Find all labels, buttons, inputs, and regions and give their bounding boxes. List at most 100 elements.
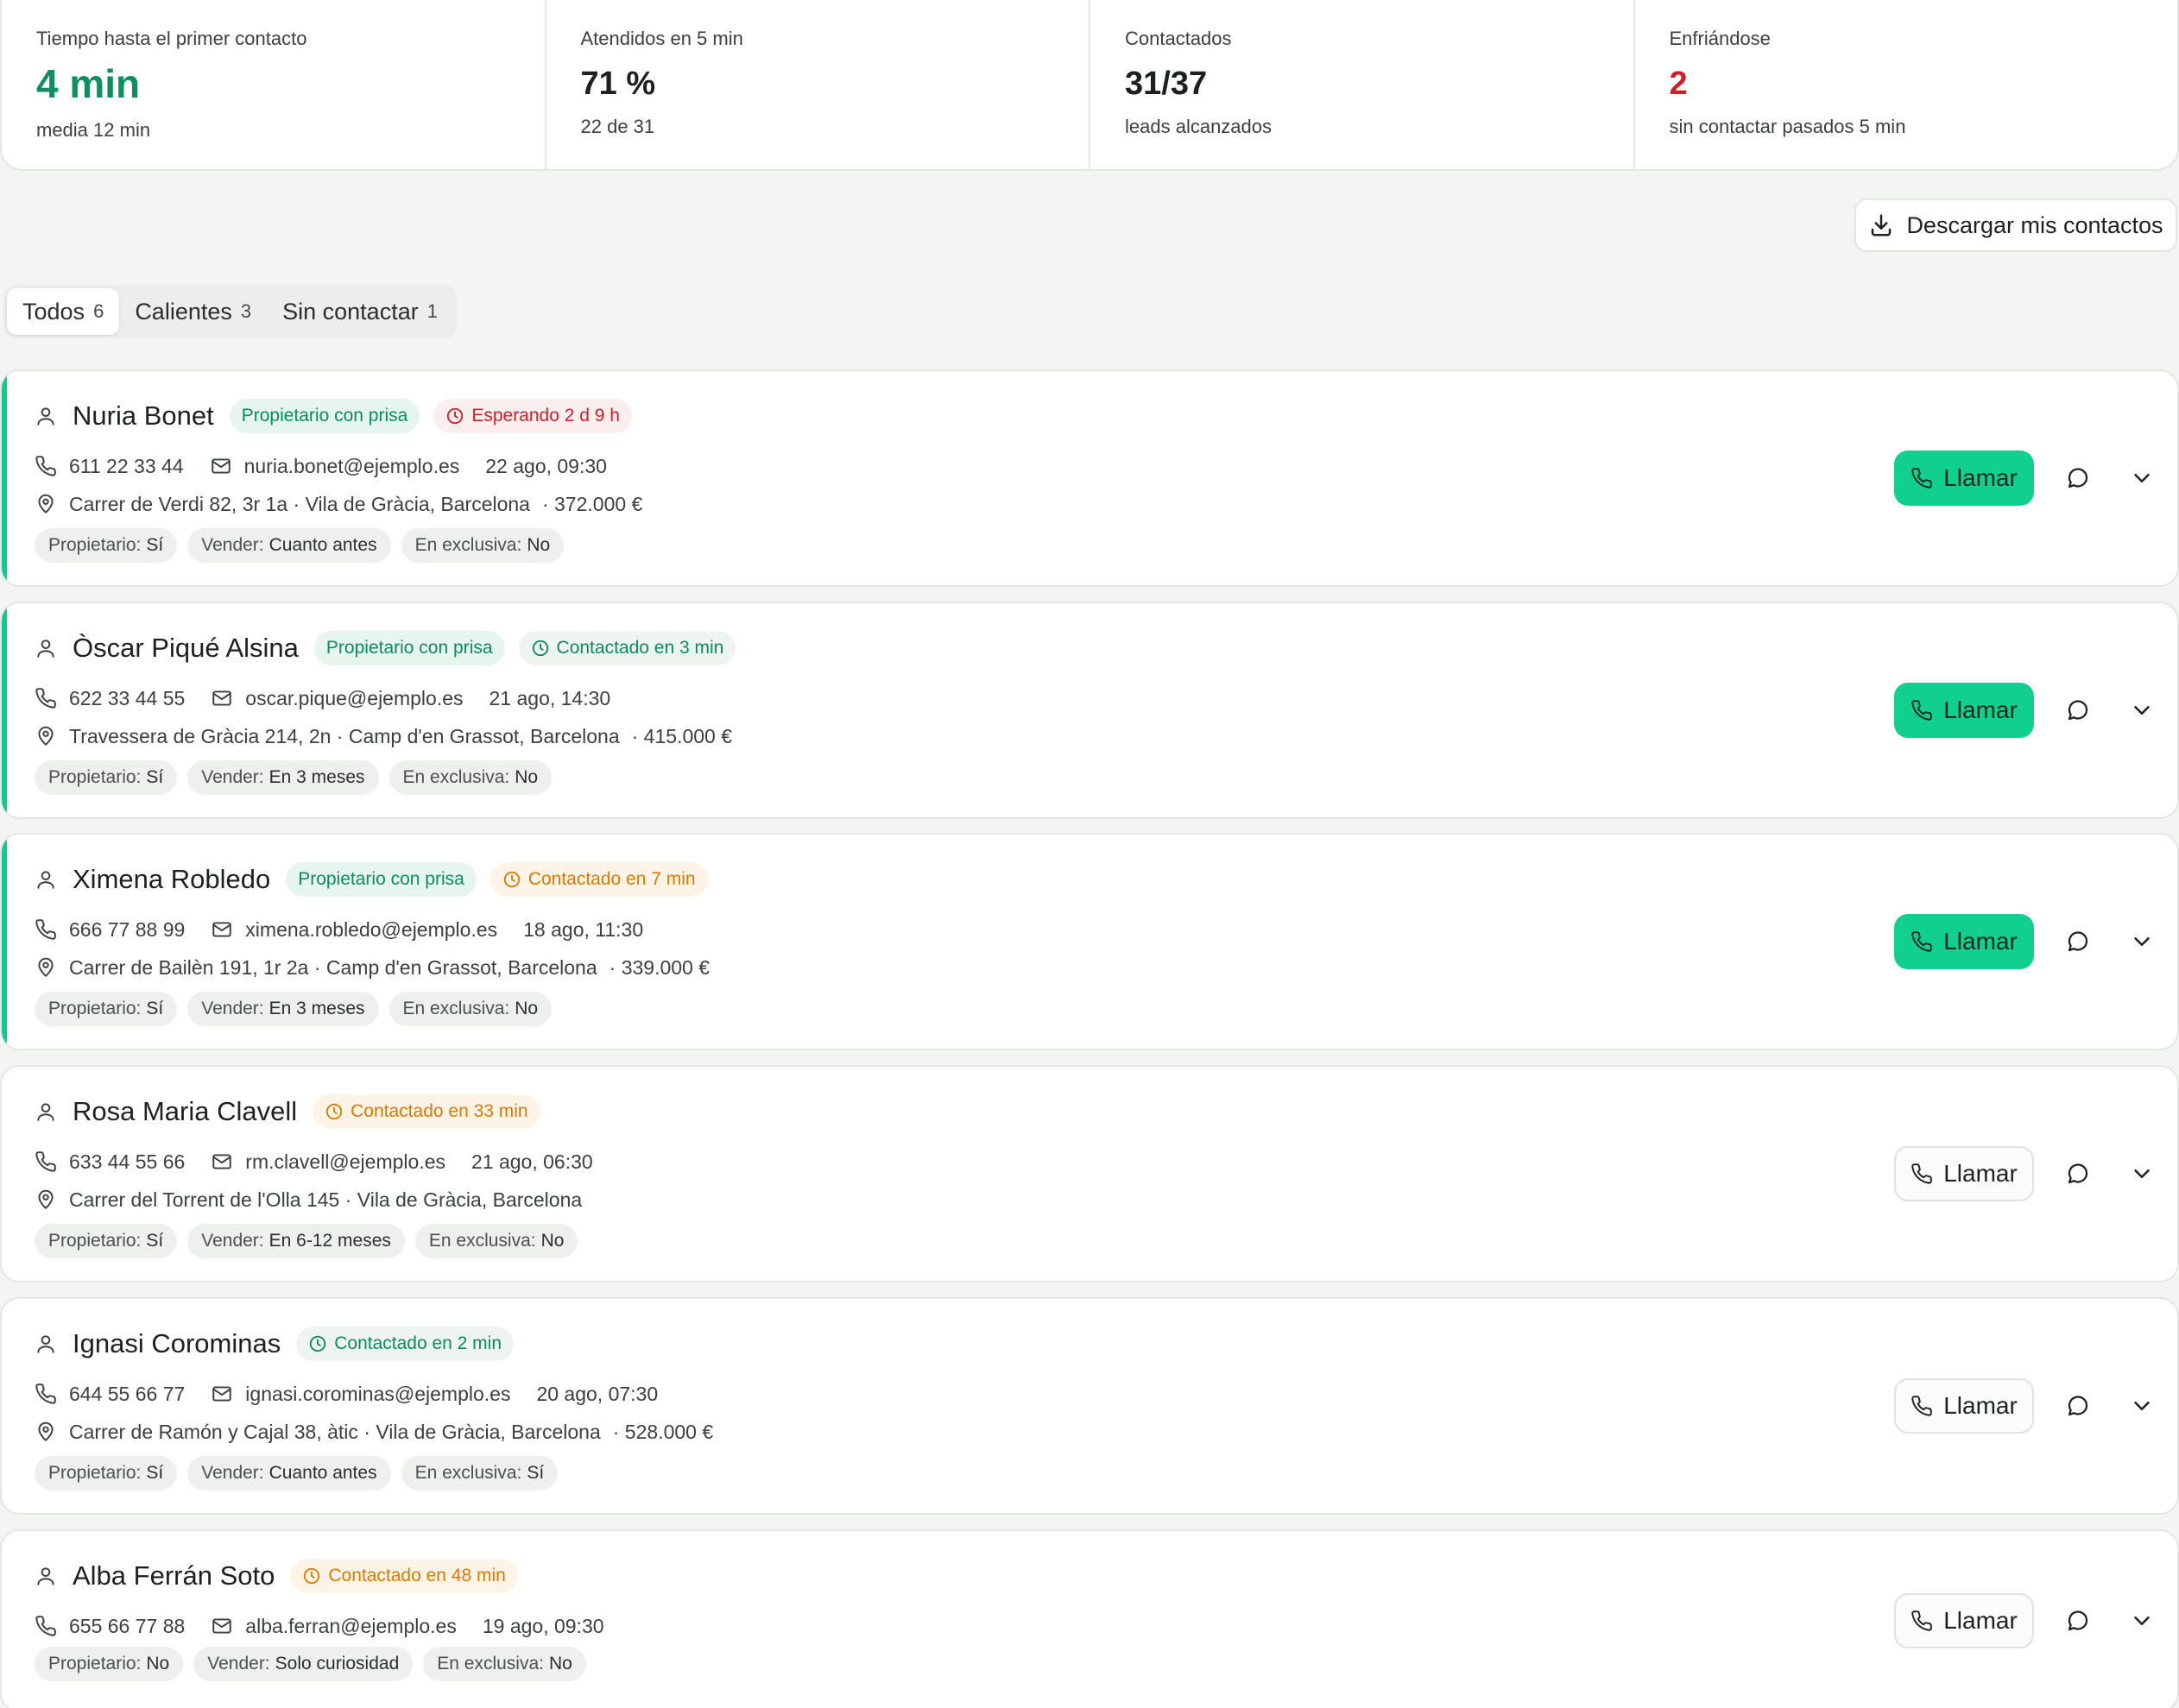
chip-value: Sí xyxy=(527,1463,545,1483)
call-button[interactable]: Llamar xyxy=(1894,1378,2034,1434)
stat-sub: leads alcanzados xyxy=(1125,116,1273,137)
chip-key: En exclusiva: xyxy=(402,767,510,787)
lead-card[interactable]: Rosa Maria Clavell Contactado en 33 min 63… xyxy=(0,1065,2179,1283)
call-button[interactable]: Llamar xyxy=(1894,914,2034,969)
priority-badge-label: Propietario con prisa xyxy=(325,638,493,658)
mail-icon xyxy=(211,1615,233,1637)
status-label: Contactado en 3 min xyxy=(556,638,724,658)
chip-value: Sí xyxy=(146,999,164,1018)
chevron-down-icon xyxy=(2129,1161,2155,1187)
chip-value: Sí xyxy=(146,535,164,555)
call-button[interactable]: Llamar xyxy=(1894,683,2034,738)
tab-count: 3 xyxy=(240,300,252,322)
lead-attribute-chip: Propietario: Sí xyxy=(35,1456,178,1491)
lead-attribute-chip: Vender: En 6-12 meses xyxy=(187,1224,405,1258)
priority-badge: Propietario con prisa xyxy=(286,862,477,897)
stat-contacted: Contactados 31/37 leads alcanzados xyxy=(1090,0,1635,169)
lead-phone[interactable]: 633 44 55 66 xyxy=(69,1150,185,1174)
lead-contact-row: 611 22 33 44 nuria.bonet@ejemplo.es 22 ago… xyxy=(35,449,607,483)
lead-header: Rosa Maria Clavell Contactado en 33 min xyxy=(35,1093,540,1131)
phone-icon xyxy=(1911,1395,1933,1417)
tab-count: 6 xyxy=(93,300,104,322)
lead-card[interactable]: Ximena Robledo Propietario con prisa Conta… xyxy=(0,833,2179,1050)
stat-label: Contactados xyxy=(1125,28,1232,49)
lead-email[interactable]: ignasi.corominas@ejemplo.es xyxy=(245,1383,510,1406)
lead-actions: Llamar xyxy=(1894,1067,2162,1281)
chip-key: Vender: xyxy=(201,535,264,555)
call-button[interactable]: Llamar xyxy=(1894,451,2034,506)
lead-name: Ignasi Corominas xyxy=(73,1328,281,1358)
message-button[interactable] xyxy=(2058,1601,2098,1641)
stat-sub: 22 de 31 xyxy=(580,116,655,137)
expand-button[interactable] xyxy=(2122,690,2162,730)
call-button[interactable]: Llamar xyxy=(1894,1146,2034,1201)
lead-email[interactable]: rm.clavell@ejemplo.es xyxy=(245,1150,445,1174)
lead-phone[interactable]: 666 77 88 99 xyxy=(69,918,185,942)
priority-badge: Propietario con prisa xyxy=(229,399,420,433)
location-pin-icon xyxy=(35,1188,57,1211)
tab-todos[interactable]: Todos 6 xyxy=(7,288,120,335)
clock-icon xyxy=(445,407,464,425)
download-contacts-button[interactable]: Descargar mis contactos xyxy=(1854,199,2177,252)
lead-name: Alba Ferrán Soto xyxy=(73,1560,275,1591)
lead-attribute-chip: Propietario: No xyxy=(35,1647,184,1681)
lead-phone[interactable]: 655 66 77 88 xyxy=(69,1615,185,1638)
lead-date: 18 ago, 11:30 xyxy=(523,917,644,941)
lead-name: Òscar Piqué Alsina xyxy=(73,633,299,663)
message-button[interactable] xyxy=(2058,458,2098,498)
lead-card[interactable]: Ignasi Corominas Contactado en 2 min 644 5… xyxy=(0,1297,2179,1515)
phone-icon xyxy=(35,1150,57,1173)
message-button[interactable] xyxy=(2058,690,2098,730)
chip-value: No xyxy=(515,767,539,787)
message-button[interactable] xyxy=(2058,922,2098,961)
expand-button[interactable] xyxy=(2122,458,2162,498)
expand-button[interactable] xyxy=(2122,1386,2162,1426)
lead-card[interactable]: Òscar Piqué Alsina Propietario con prisa C… xyxy=(0,602,2179,819)
phone-icon xyxy=(1911,699,1933,722)
status-label: Contactado en 33 min xyxy=(351,1101,528,1121)
tab-sin-contactar[interactable]: Sin contactar 1 xyxy=(267,288,453,335)
lead-phone[interactable]: 622 33 44 55 xyxy=(69,687,185,710)
expand-button[interactable] xyxy=(2122,1601,2162,1641)
chip-key: En exclusiva: xyxy=(402,999,510,1018)
lead-date: 21 ago, 06:30 xyxy=(471,1150,593,1173)
lead-header: Alba Ferrán Soto Contactado en 48 min xyxy=(35,1557,518,1595)
lead-address-row: Carrer de Bailèn 191, 1r 2a · Camp d'en … xyxy=(35,950,710,985)
chat-icon xyxy=(2065,697,2091,723)
message-button[interactable] xyxy=(2058,1154,2098,1194)
stat-value: 71 % xyxy=(580,66,656,102)
lead-card[interactable]: Alba Ferrán Soto Contactado en 48 min 655 … xyxy=(0,1529,2179,1708)
lead-email[interactable]: ximena.robledo@ejemplo.es xyxy=(245,918,497,942)
chat-icon xyxy=(2065,1393,2091,1419)
priority-badge: Propietario con prisa xyxy=(313,631,505,665)
lead-phone[interactable]: 611 22 33 44 xyxy=(69,455,184,478)
lead-email[interactable]: alba.ferran@ejemplo.es xyxy=(245,1615,457,1638)
user-icon xyxy=(35,1100,57,1123)
download-label: Descargar mis contactos xyxy=(1906,211,2163,238)
chat-icon xyxy=(2065,465,2091,491)
message-button[interactable] xyxy=(2058,1386,2098,1426)
lead-card[interactable]: Nuria Bonet Propietario con prisa Esperand… xyxy=(0,369,2179,587)
lead-phone[interactable]: 644 55 66 77 xyxy=(69,1383,185,1406)
download-icon xyxy=(1868,212,1894,238)
status-badge: Contactado en 33 min xyxy=(313,1094,540,1129)
chip-key: Vender: xyxy=(201,999,264,1018)
call-button[interactable]: Llamar xyxy=(1894,1593,2034,1648)
tab-label: Todos xyxy=(22,298,85,325)
lead-email[interactable]: nuria.bonet@ejemplo.es xyxy=(244,455,460,478)
phone-icon xyxy=(35,1383,57,1405)
lead-actions: Llamar xyxy=(1894,603,2162,817)
lead-date: 21 ago, 14:30 xyxy=(489,686,611,709)
lead-price: · 339.000 € xyxy=(609,955,711,979)
stat-label: Atendidos en 5 min xyxy=(580,28,743,49)
chip-key: Propietario: xyxy=(48,1231,142,1251)
mail-icon xyxy=(210,455,232,477)
lead-email[interactable]: oscar.pique@ejemplo.es xyxy=(245,687,463,710)
tab-calientes[interactable]: Calientes 3 xyxy=(119,288,267,335)
lead-name: Nuria Bonet xyxy=(73,400,214,431)
status-badge: Contactado en 48 min xyxy=(290,1559,518,1593)
expand-button[interactable] xyxy=(2122,1154,2162,1194)
phone-icon xyxy=(35,918,57,941)
tab-label: Sin contactar xyxy=(282,298,419,325)
expand-button[interactable] xyxy=(2122,922,2162,961)
